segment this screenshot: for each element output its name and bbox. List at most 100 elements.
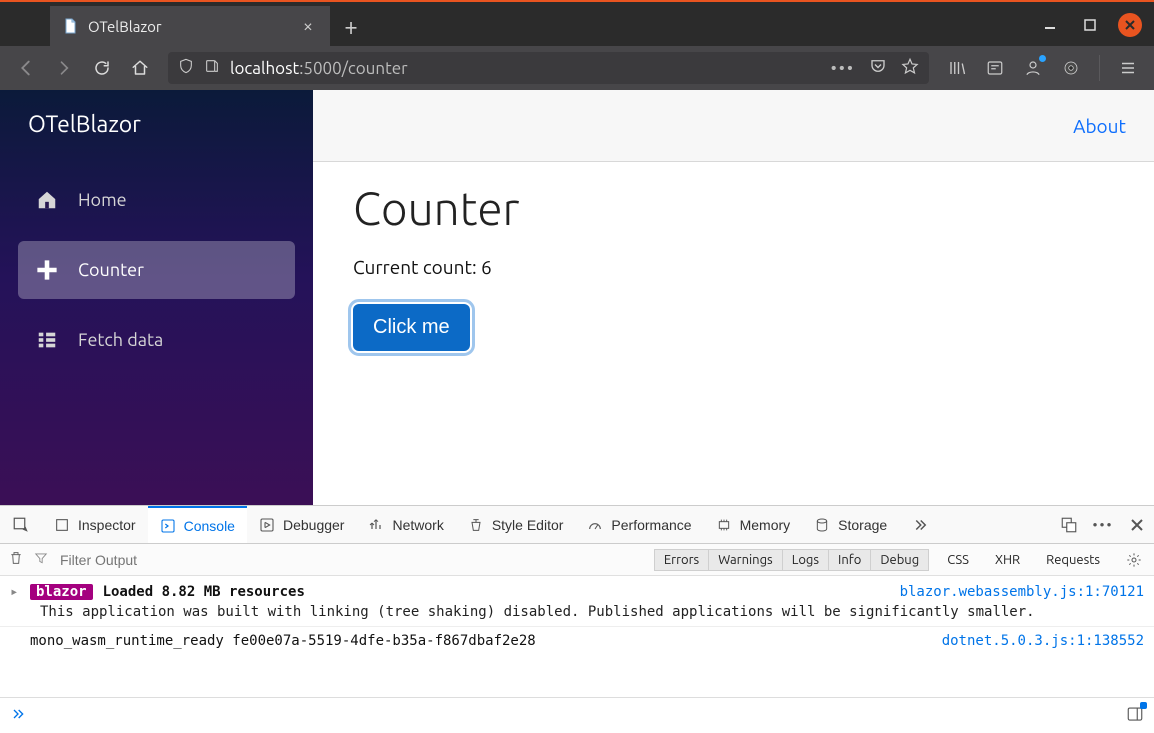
devtools-filterbar: Errors Warnings Logs Info Debug CSS XHR … [0, 544, 1154, 576]
count-label: Current count: [353, 256, 481, 278]
sidebar-item-label: Fetch data [78, 330, 163, 350]
sidebar-item-label: Counter [78, 260, 144, 280]
sidebar-item-home[interactable]: Home [18, 171, 295, 229]
devtools-tab-label: Debugger [283, 517, 345, 533]
console-input-bar[interactable] [0, 697, 1154, 733]
sidebar-nav: Home Counter Fetch data [0, 163, 313, 377]
sidebar-item-fetch[interactable]: Fetch data [18, 311, 295, 369]
library-icon[interactable] [941, 52, 973, 84]
devtools-tab-label: Console [184, 518, 235, 534]
log-message: Loaded 8.82 MB resources [103, 584, 890, 600]
url-path: :5000/counter [299, 59, 407, 78]
console-log: ▸ blazor Loaded 8.82 MB resources blazor… [0, 576, 1154, 697]
url-host: localhost [230, 59, 299, 78]
devtools-tab-memory[interactable]: Memory [704, 506, 803, 543]
log-source[interactable]: dotnet.5.0.3.js:1:138552 [942, 633, 1144, 649]
devtools-tab-label: Inspector [78, 517, 136, 533]
toggle-logs[interactable]: Logs [783, 549, 829, 571]
devtools-tab-debugger[interactable]: Debugger [247, 506, 357, 543]
devtools-tab-label: Style Editor [492, 517, 564, 533]
sidebar-item-label: Home [78, 190, 127, 210]
sidebar-item-counter[interactable]: Counter [18, 241, 295, 299]
count-value: 6 [481, 256, 492, 278]
devtools: Inspector Console Debugger Network Style… [0, 505, 1154, 733]
log-entry[interactable]: mono_wasm_runtime_ready fe00e07a-5519-4d… [0, 626, 1154, 651]
chip-xhr[interactable]: XHR [987, 550, 1028, 570]
devtools-tab-style[interactable]: Style Editor [456, 506, 576, 543]
log-source[interactable]: blazor.webassembly.js:1:70121 [900, 584, 1144, 600]
home-icon [36, 189, 58, 211]
toggle-warnings[interactable]: Warnings [709, 549, 783, 571]
menu-icon[interactable] [1112, 52, 1144, 84]
shield-icon[interactable] [178, 58, 194, 78]
account-icon[interactable] [1017, 52, 1049, 84]
toggle-info[interactable]: Info [829, 549, 871, 571]
window-close-button[interactable] [1118, 13, 1142, 37]
devtools-close-button[interactable] [1120, 506, 1154, 543]
browser-tab[interactable]: OTelBlazor × [50, 6, 330, 46]
devtools-tab-console[interactable]: Console [148, 506, 247, 543]
close-tab-button[interactable]: × [298, 16, 318, 36]
devtools-tab-label: Memory [740, 517, 791, 533]
notification-dot [1140, 702, 1147, 709]
home-button[interactable] [124, 52, 156, 84]
click-me-button[interactable]: Click me [353, 304, 470, 351]
sidebar: OTelBlazor Home Counter Fetch data [0, 90, 313, 505]
window-controls [1038, 2, 1154, 48]
new-tab-button[interactable]: + [330, 6, 372, 46]
devtools-more-button[interactable]: ••• [1086, 506, 1120, 543]
page-icon [62, 18, 78, 34]
log-badge: blazor [30, 584, 93, 600]
app-viewport: OTelBlazor Home Counter Fetch data About… [0, 90, 1154, 505]
log-message: mono_wasm_runtime_ready fe00e07a-5519-4d… [30, 633, 932, 649]
devtools-tab-label: Performance [611, 517, 691, 533]
url-bar[interactable]: localhost:5000/counter ••• [168, 52, 929, 84]
topbar: About [313, 90, 1154, 162]
back-button[interactable] [10, 52, 42, 84]
main: About Counter Current count: 6 Click me [313, 90, 1154, 505]
page-title: Counter [353, 182, 1114, 234]
toggle-errors[interactable]: Errors [654, 549, 709, 571]
count-text: Current count: 6 [353, 256, 1114, 278]
app-brand: OTelBlazor [0, 90, 313, 163]
about-link[interactable]: About [1073, 115, 1126, 137]
chip-requests[interactable]: Requests [1038, 550, 1108, 570]
reload-button[interactable] [86, 52, 118, 84]
filter-input[interactable] [58, 551, 644, 569]
devtools-tab-network[interactable]: Network [356, 506, 455, 543]
window-maximize-button[interactable] [1078, 13, 1102, 37]
pocket-icon[interactable] [869, 57, 887, 79]
chip-css[interactable]: CSS [939, 550, 977, 570]
bookmark-icon[interactable] [901, 57, 919, 79]
log-subtext: This application was built with linking … [0, 602, 1154, 622]
console-sidebar-toggle[interactable] [1126, 705, 1144, 726]
expand-icon[interactable]: ▸ [10, 584, 20, 600]
devtools-tabs: Inspector Console Debugger Network Style… [0, 506, 1154, 544]
url-text: localhost:5000/counter [230, 59, 408, 78]
filter-icon[interactable] [34, 551, 48, 568]
page-actions-icon[interactable]: ••• [831, 59, 855, 78]
toggle-debug[interactable]: Debug [871, 549, 929, 571]
forward-button[interactable] [48, 52, 80, 84]
devtools-tab-storage[interactable]: Storage [802, 506, 899, 543]
extension-icon[interactable] [1055, 52, 1087, 84]
log-entry[interactable]: ▸ blazor Loaded 8.82 MB resources blazor… [0, 582, 1154, 602]
devtools-dock-button[interactable] [1052, 506, 1086, 543]
content: Counter Current count: 6 Click me [313, 162, 1154, 505]
devtools-tab-label: Network [392, 517, 443, 533]
devtools-tabs-overflow[interactable] [899, 506, 941, 543]
devtools-tab-inspector[interactable]: Inspector [42, 506, 148, 543]
toolbar-separator [1099, 55, 1100, 81]
window-minimize-button[interactable] [1038, 13, 1062, 37]
plus-icon [36, 259, 58, 281]
log-level-toggles: Errors Warnings Logs Info Debug [654, 549, 929, 571]
browser-tab-title: OTelBlazor [88, 18, 162, 35]
devtools-tab-performance[interactable]: Performance [575, 506, 703, 543]
list-icon [36, 329, 58, 351]
console-settings-icon[interactable] [1122, 552, 1146, 568]
browser-titlebar: OTelBlazor × + [0, 0, 1154, 46]
reader-icon[interactable] [979, 52, 1011, 84]
devtools-pick-element[interactable] [0, 506, 42, 543]
clear-console-icon[interactable] [8, 550, 24, 569]
lock-icon[interactable] [204, 58, 220, 78]
